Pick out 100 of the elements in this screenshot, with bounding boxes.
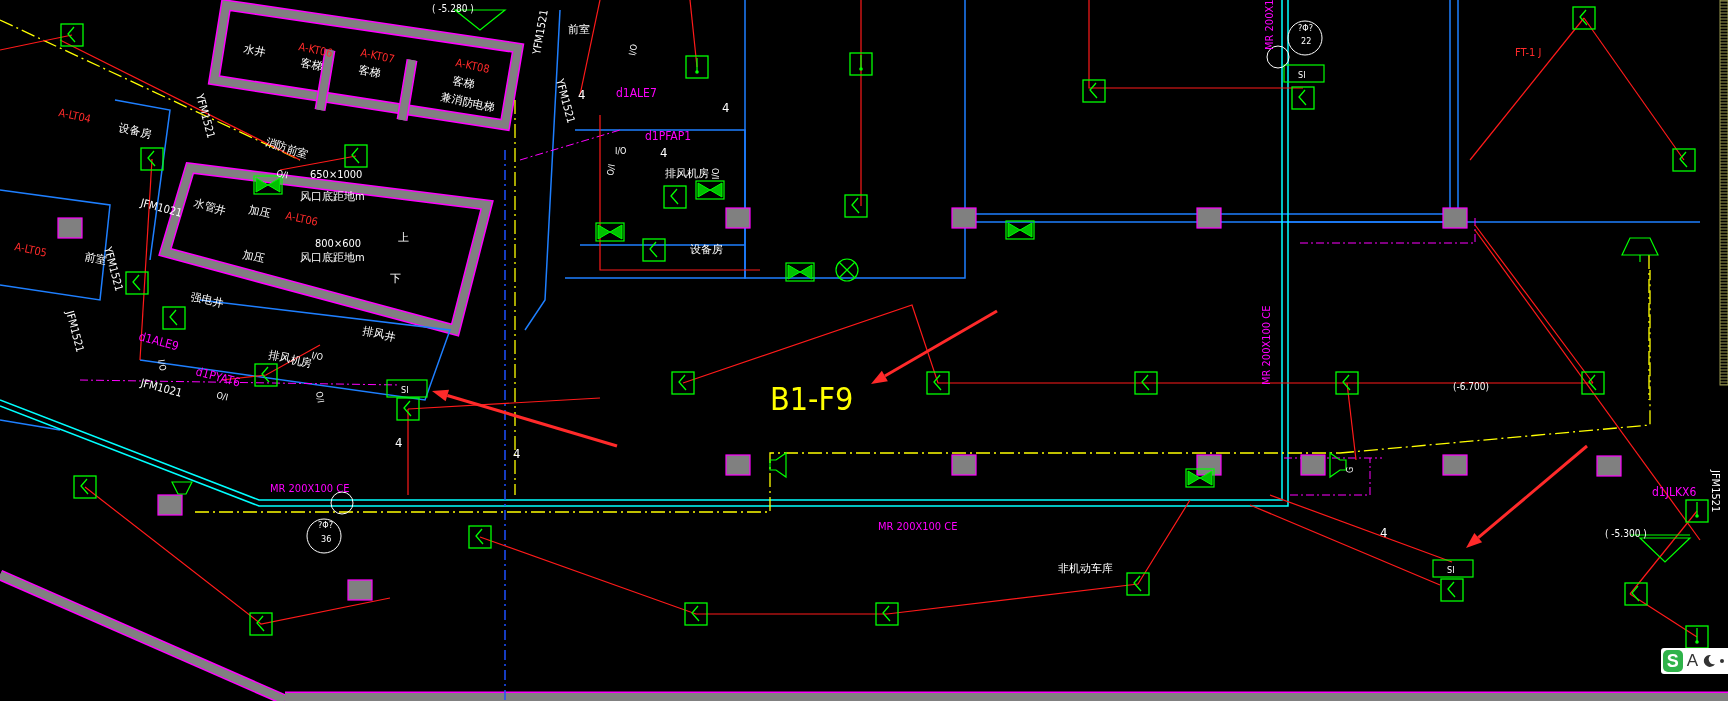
horn-icon — [1621, 237, 1659, 263]
room-label: 强电井 — [189, 290, 225, 310]
column-block — [1196, 207, 1222, 229]
zigzag-box-icon — [844, 194, 868, 218]
symbol-frame — [1432, 559, 1474, 578]
zigzag-box-icon — [875, 602, 899, 626]
column-block — [1596, 455, 1622, 477]
room-label: 加压 — [247, 203, 272, 221]
valve-icon — [1185, 468, 1215, 488]
probe-box-icon — [1685, 499, 1709, 523]
column-block — [725, 454, 751, 476]
room-label: 兼消防电梯 — [439, 90, 496, 115]
symbol-text: O/I — [605, 163, 617, 177]
zigzag-box-icon — [1624, 582, 1648, 606]
room-label: 650×1000 — [310, 168, 363, 181]
symbol-text: SI — [1298, 70, 1306, 80]
room-label: YFM1521 — [193, 92, 218, 140]
zigzag-box-icon — [1581, 371, 1605, 395]
column-block — [951, 454, 977, 476]
circuit-label: d1ALE7 — [616, 86, 657, 100]
zigzag-box-icon — [1134, 371, 1158, 395]
moon-icon[interactable] — [1702, 654, 1716, 668]
symbol-text: ?Φ? — [1298, 23, 1313, 33]
symbol-text: I/O — [156, 358, 168, 372]
symbol-text: O/I — [710, 168, 720, 180]
elevation-label: ( -5.280 ) — [432, 3, 474, 14]
zigzag-box-icon — [254, 363, 278, 387]
symbol-text: I/O — [627, 43, 639, 57]
zigzag-box-icon — [344, 144, 368, 168]
tag-label: A-LT06 — [284, 209, 320, 229]
input-mode-button[interactable]: A — [1686, 651, 1698, 671]
room-label: 消防前室 — [264, 135, 310, 162]
zigzag-box-icon — [162, 306, 186, 330]
zigzag-box-icon — [60, 23, 84, 47]
zigzag-box-icon — [926, 371, 950, 395]
symbol-text: SI — [1447, 565, 1455, 575]
wire-count: 4 — [1380, 525, 1388, 540]
dot-icon[interactable] — [1720, 659, 1724, 663]
room-label: 排风机房 — [665, 167, 709, 180]
horn-icon — [769, 451, 787, 479]
room-label: 风口底距地m — [300, 251, 365, 264]
zigzag-box-icon — [684, 602, 708, 626]
wire-count: 4 — [395, 435, 403, 450]
duct-label: MR 200X100 CE — [1260, 305, 1273, 385]
room-label: 水管井 — [192, 196, 228, 218]
fan-icon — [835, 258, 859, 282]
symbol-text: O/I — [215, 390, 229, 403]
column-block — [347, 579, 373, 601]
wire-count: 4 — [722, 100, 730, 115]
symbol-text: SI — [401, 385, 409, 395]
zigzag-box-icon — [1126, 572, 1150, 596]
zigzag-box-icon — [1672, 148, 1696, 172]
duct-label: MR 200X1 — [1263, 0, 1276, 50]
tag-label: A-LT05 — [13, 240, 49, 260]
valve-icon — [595, 222, 625, 242]
zigzag-box-icon — [671, 371, 695, 395]
symbol-text: 22 — [1301, 36, 1312, 46]
room-label: 排风井 — [361, 324, 397, 344]
zigzag-box-icon — [1335, 371, 1359, 395]
wire-count: 4 — [660, 145, 668, 160]
probe-box-icon — [1685, 625, 1709, 649]
zigzag-box-icon — [396, 397, 420, 421]
column-block — [1300, 454, 1326, 476]
valve-icon — [785, 262, 815, 282]
circuit-label: d1PFAP1 — [645, 129, 692, 143]
symbol-text: O/I — [314, 390, 326, 404]
zigzag-box-icon — [468, 525, 492, 549]
horn-icon — [171, 481, 193, 495]
tag-label: A-KT08 — [454, 56, 491, 77]
column-block — [951, 207, 977, 229]
column-block — [1442, 207, 1468, 229]
zigzag-box-icon — [140, 147, 164, 171]
column-block — [57, 217, 83, 239]
elevation-label: ( -5.300 ) — [1605, 528, 1647, 539]
zigzag-box-icon — [642, 238, 666, 262]
room-label: 前室 — [568, 23, 590, 36]
zigzag-box-icon — [73, 475, 97, 499]
duct-label: MR 200X100 CE — [270, 482, 350, 495]
area-label: B1-F9 — [770, 380, 854, 418]
symbol-text: G — [1345, 466, 1355, 473]
horn-icon — [1329, 451, 1347, 479]
zigzag-box-icon — [1572, 6, 1596, 30]
tag-label: FT-1 J — [1515, 46, 1542, 59]
room-label: 风口底距地m — [300, 190, 365, 203]
zigzag-box-icon — [663, 185, 687, 209]
probe-box-icon — [685, 55, 709, 79]
valve-icon — [1005, 220, 1035, 240]
room-label: 下 — [390, 272, 401, 285]
room-label: 客梯 — [299, 56, 324, 74]
symbol-frame — [1283, 64, 1325, 83]
room-label: 非机动车库 — [1058, 562, 1113, 575]
room-label: 水井 — [242, 42, 267, 60]
zigzag-box-icon — [1082, 79, 1106, 103]
zigzag-box-icon — [1440, 578, 1464, 602]
zigzag-box-icon — [1291, 86, 1315, 110]
room-label: 800×600 — [315, 237, 362, 250]
symbol-text: O/I — [275, 168, 289, 181]
room-label: YFM1521 — [530, 8, 551, 56]
symbol-text: I/O — [310, 350, 324, 363]
room-label: 上 — [398, 231, 409, 244]
